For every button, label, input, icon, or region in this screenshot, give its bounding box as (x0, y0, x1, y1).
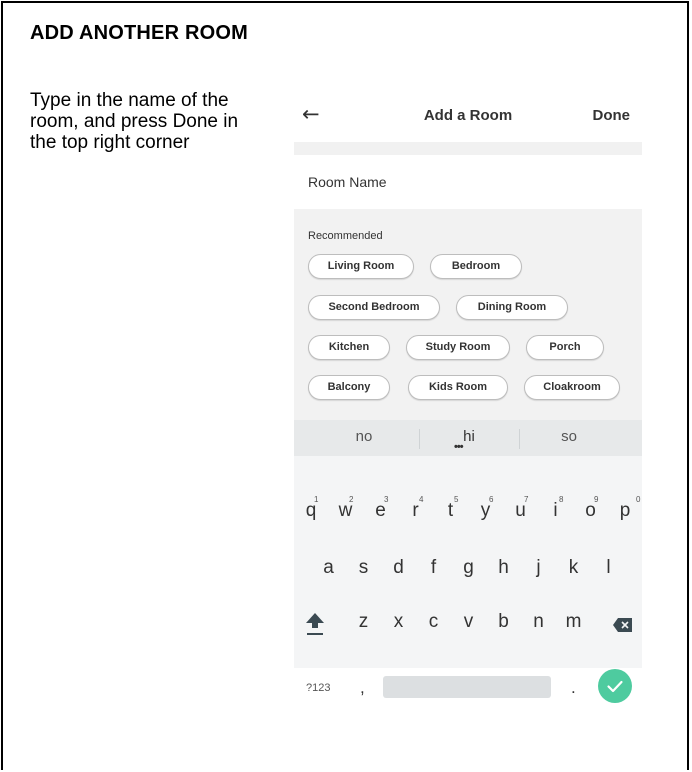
key-l[interactable]: l (591, 557, 626, 579)
key-hint-number: 7 (524, 495, 529, 504)
key-k[interactable]: k (556, 557, 591, 579)
key-hint-number: 5 (454, 495, 459, 504)
suggestion-word[interactable]: no (324, 428, 404, 445)
suggestion-word[interactable]: hi (429, 428, 509, 445)
key-h[interactable]: h (486, 557, 521, 579)
chip-living-room[interactable]: Living Room (308, 254, 414, 279)
shift-icon[interactable] (304, 611, 326, 637)
key-w[interactable]: w (328, 500, 363, 522)
chip-kitchen[interactable]: Kitchen (308, 335, 390, 360)
key-hint-number: 6 (489, 495, 494, 504)
key-m[interactable]: m (556, 611, 591, 633)
key-g[interactable]: g (451, 557, 486, 579)
key-o[interactable]: o (573, 500, 608, 522)
chip-study-room[interactable]: Study Room (406, 335, 510, 360)
key-x[interactable]: x (381, 611, 416, 633)
suggestion-strip: no hi ••• so (294, 420, 642, 456)
on-screen-keyboard: q w e r t y u i o p 1 2 3 4 5 6 7 8 9 0 … (294, 456, 642, 703)
key-hint-number: 1 (314, 495, 319, 504)
key-f[interactable]: f (416, 557, 451, 579)
key-hint-number: 2 (349, 495, 354, 504)
more-suggestions-dots-icon: ••• (454, 441, 464, 453)
enter-key[interactable] (598, 669, 632, 703)
key-d[interactable]: d (381, 557, 416, 579)
key-b[interactable]: b (486, 611, 521, 633)
checkmark-icon (607, 680, 623, 693)
recommended-section: Recommended Living Room Bedroom Second B… (294, 209, 642, 420)
key-q[interactable]: q (294, 500, 328, 522)
app-header: ← Add a Room Done (294, 92, 642, 142)
chip-balcony[interactable]: Balcony (308, 375, 390, 400)
key-u[interactable]: u (503, 500, 538, 522)
suggestion-divider (419, 429, 420, 449)
recommended-label: Recommended (308, 230, 383, 242)
key-n[interactable]: n (521, 611, 556, 633)
key-comma[interactable]: , (360, 678, 365, 698)
key-hint-number: 0 (636, 495, 641, 504)
key-hint-number: 9 (594, 495, 599, 504)
key-hint-number: 4 (419, 495, 424, 504)
backspace-icon[interactable] (613, 618, 632, 632)
symbols-key[interactable]: ?123 (306, 682, 330, 694)
key-c[interactable]: c (416, 611, 451, 633)
key-y[interactable]: y (468, 500, 503, 522)
chip-porch[interactable]: Porch (526, 335, 604, 360)
key-z[interactable]: z (346, 611, 381, 633)
key-j[interactable]: j (521, 557, 556, 579)
chip-dining-room[interactable]: Dining Room (456, 295, 568, 320)
key-e[interactable]: e (363, 500, 398, 522)
chip-kids-room[interactable]: Kids Room (408, 375, 508, 400)
key-r[interactable]: r (398, 500, 433, 522)
key-v[interactable]: v (451, 611, 486, 633)
suggestion-divider (519, 429, 520, 449)
key-hint-number: 3 (384, 495, 389, 504)
header-divider (294, 142, 642, 155)
room-name-input[interactable] (294, 155, 642, 209)
space-bar[interactable] (383, 676, 551, 698)
chip-bedroom[interactable]: Bedroom (430, 254, 522, 279)
instruction-text: Type in the name of the room, and press … (30, 90, 239, 153)
key-hint-number: 8 (559, 495, 564, 504)
chip-cloakroom[interactable]: Cloakroom (524, 375, 620, 400)
screen-title: Add a Room (423, 107, 513, 124)
key-i[interactable]: i (538, 500, 573, 522)
key-s[interactable]: s (346, 557, 381, 579)
done-button[interactable]: Done (593, 107, 631, 124)
chip-second-bedroom[interactable]: Second Bedroom (308, 295, 440, 320)
section-heading: ADD ANOTHER ROOM (30, 22, 249, 44)
key-period[interactable]: . (571, 678, 576, 698)
key-a[interactable]: a (311, 557, 346, 579)
suggestion-word[interactable]: so (529, 428, 609, 445)
key-t[interactable]: t (433, 500, 468, 522)
phone-screenshot: ← Add a Room Done Recommended Living Roo… (294, 92, 642, 703)
